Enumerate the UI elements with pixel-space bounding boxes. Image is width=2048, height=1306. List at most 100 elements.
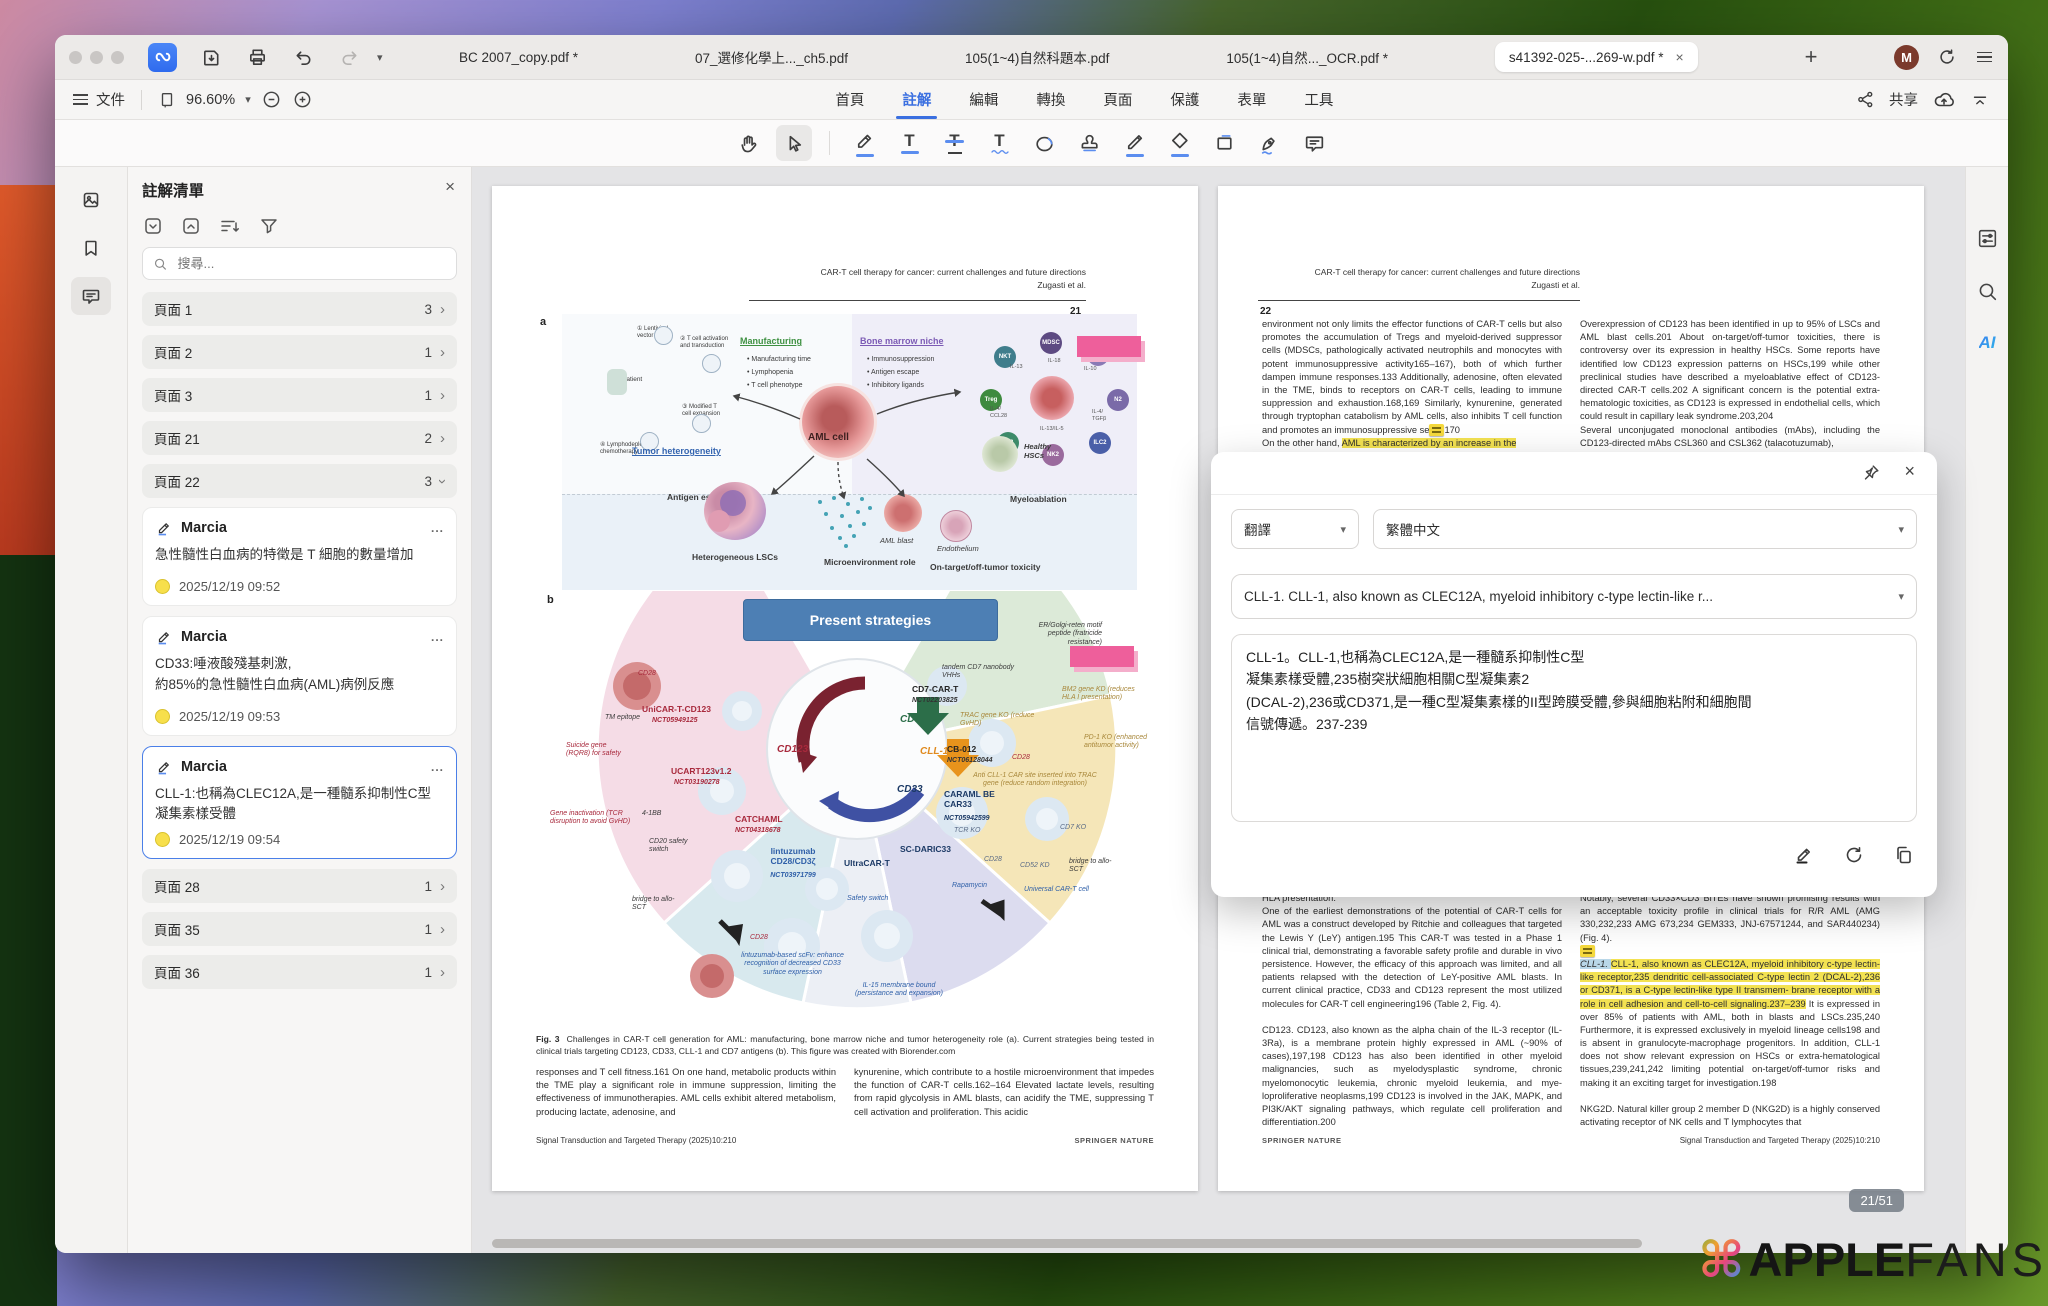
close-window-button[interactable]	[69, 51, 82, 64]
tab-document-3[interactable]: 105(1~4)自然科題本.pdf	[955, 41, 1119, 73]
page-group-row[interactable]: 頁面 35 1›	[142, 912, 457, 946]
copy-icon[interactable]	[1893, 844, 1915, 866]
sort-icon[interactable]	[218, 215, 242, 237]
undo-icon[interactable]	[285, 42, 321, 72]
zoom-in-icon[interactable]	[292, 89, 313, 110]
redo-icon[interactable]	[331, 42, 367, 72]
note-annotation-icon[interactable]	[1429, 424, 1444, 436]
menu-tools[interactable]: 工具	[1302, 82, 1335, 117]
search-input[interactable]	[176, 255, 446, 272]
rectangle-tool-icon[interactable]	[1207, 125, 1243, 161]
scrollbar-thumb[interactable]	[492, 1239, 1642, 1248]
source-text-select[interactable]: CLL-1. CLL-1, also known as CLEC12A, mye…	[1231, 574, 1917, 619]
share-label[interactable]: 共享	[1889, 89, 1918, 110]
hand-tool-icon[interactable]	[731, 125, 767, 161]
collapse-all-icon[interactable]	[180, 215, 202, 237]
highlighted-text[interactable]: AML is characterized by an increase in t…	[1342, 438, 1517, 448]
history-dropdown-icon[interactable]: ▾	[377, 51, 383, 64]
ai-assistant-icon[interactable]: AI	[1979, 333, 1996, 353]
translate-popup[interactable]: × 翻譯▾ 繁體中文▾ CLL-1. CLL-1, also known as …	[1211, 452, 1937, 897]
pink-highlight-mark[interactable]	[1070, 646, 1134, 667]
pencil-tool-icon[interactable]	[1117, 125, 1153, 161]
annotation-card-selected[interactable]: Marcia ... CLL-1:也稱為CLEC12A,是一種髓系抑制性C型 凝…	[142, 746, 457, 860]
zoom-window-button[interactable]	[111, 51, 124, 64]
search-box[interactable]	[142, 247, 457, 280]
regenerate-icon[interactable]	[1843, 844, 1865, 866]
zoom-dropdown-icon[interactable]: ▾	[245, 93, 251, 106]
card-more-icon[interactable]: ...	[431, 630, 444, 644]
pin-icon[interactable]	[1861, 463, 1881, 488]
page-group-row-expanded[interactable]: 頁面 22 3›	[142, 464, 457, 498]
user-avatar[interactable]: M	[1894, 45, 1919, 70]
menu-protect[interactable]: 保護	[1168, 82, 1201, 117]
horizontal-scrollbar[interactable]	[484, 1239, 1905, 1250]
zoom-level-value[interactable]: 96.60%	[186, 92, 235, 108]
app-menu-icon[interactable]	[1977, 49, 1992, 66]
language-select[interactable]: 繁體中文▾	[1373, 509, 1917, 549]
underline-text-tool-icon[interactable]: T	[892, 125, 928, 161]
page-group-row[interactable]: 頁面 2 1›	[142, 335, 457, 369]
cloud-upload-icon[interactable]	[1932, 89, 1956, 111]
menu-forms[interactable]: 表單	[1235, 82, 1268, 117]
oval-tool-icon[interactable]	[1027, 125, 1063, 161]
eraser-tool-icon[interactable]	[1162, 125, 1198, 161]
tab-document-2[interactable]: 07_選修化學上..._ch5.pdf	[685, 41, 858, 73]
expand-all-icon[interactable]	[142, 215, 164, 237]
search-document-icon[interactable]	[1976, 280, 1999, 303]
mode-select[interactable]: 翻譯▾	[1231, 509, 1359, 549]
annotations-panel-icon[interactable]	[71, 277, 111, 315]
color-swatch[interactable]	[155, 832, 170, 847]
collapse-toolbar-icon[interactable]	[1970, 90, 1990, 110]
menu-annotate[interactable]: 註解	[900, 82, 933, 117]
highlight-action-icon[interactable]	[1793, 844, 1815, 866]
file-menu-label[interactable]: 文件	[96, 89, 125, 110]
thumbnails-panel-icon[interactable]	[71, 181, 111, 219]
strikethrough-tool-icon[interactable]: T	[937, 125, 973, 161]
minimize-window-button[interactable]	[90, 51, 103, 64]
menu-pages[interactable]: 頁面	[1101, 82, 1134, 117]
signature-pen-tool-icon[interactable]	[1252, 125, 1288, 161]
share-icon[interactable]	[1856, 90, 1875, 109]
properties-panel-icon[interactable]	[1976, 227, 1999, 250]
card-more-icon[interactable]: ...	[431, 521, 444, 535]
bookmarks-panel-icon[interactable]	[71, 229, 111, 267]
tab-close-icon[interactable]: ×	[1676, 49, 1684, 65]
new-tab-button[interactable]: +	[1795, 44, 1828, 70]
pdf-viewport[interactable]: CAR-T cell therapy for cancer: current c…	[472, 167, 1965, 1253]
pink-highlight-mark[interactable]	[1077, 336, 1141, 357]
pdf-page-21[interactable]: CAR-T cell therapy for cancer: current c…	[492, 186, 1198, 1191]
panel-close-icon[interactable]: ×	[445, 177, 455, 197]
file-menu-icon[interactable]	[73, 91, 88, 108]
select-tool-icon[interactable]	[776, 125, 812, 161]
filter-icon[interactable]	[258, 215, 280, 237]
print-icon[interactable]	[239, 42, 275, 72]
menu-convert[interactable]: 轉換	[1034, 82, 1067, 117]
page-fit-icon[interactable]	[158, 91, 176, 109]
sync-icon[interactable]	[1929, 42, 1965, 72]
tab-document-active[interactable]: s41392-025-...269-w.pdf * ×	[1495, 42, 1698, 72]
page-group-row[interactable]: 頁面 1 3›	[142, 292, 457, 326]
highlighted-text[interactable]: CLL-1.	[1580, 959, 1611, 969]
page-group-row[interactable]: 頁面 3 1›	[142, 378, 457, 412]
highlight-tool-icon[interactable]	[847, 125, 883, 161]
menu-home[interactable]: 首頁	[833, 82, 866, 117]
squiggly-underline-tool-icon[interactable]: T	[982, 125, 1018, 161]
translation-result[interactable]: CLL-1。CLL-1,也稱為CLEC12A,是一種髓系抑制性C型 凝集素樣受體…	[1231, 634, 1917, 822]
window-controls[interactable]	[69, 51, 132, 64]
menu-edit[interactable]: 編輯	[967, 82, 1000, 117]
annotation-card[interactable]: Marcia ... CD33:唾液酸殘基刺激, 約85%的急性髓性白血病(AM…	[142, 616, 457, 736]
tab-document-4[interactable]: 105(1~4)自然..._OCR.pdf *	[1216, 41, 1398, 73]
page-group-row[interactable]: 頁面 36 1›	[142, 955, 457, 989]
zoom-out-icon[interactable]	[261, 89, 282, 110]
annotation-card[interactable]: Marcia ... 急性髓性白血病的特徵是 T 細胞的數量增加 2025/12…	[142, 507, 457, 606]
stamp-tool-icon[interactable]	[1072, 125, 1108, 161]
card-more-icon[interactable]: ...	[431, 760, 444, 774]
color-swatch[interactable]	[155, 579, 170, 594]
save-icon[interactable]	[193, 42, 229, 72]
page-group-row[interactable]: 頁面 28 1›	[142, 869, 457, 903]
popup-close-icon[interactable]: ×	[1904, 461, 1915, 482]
tab-document-1[interactable]: BC 2007_copy.pdf *	[449, 44, 588, 71]
page-group-row[interactable]: 頁面 21 2›	[142, 421, 457, 455]
note-tool-icon[interactable]	[1297, 125, 1333, 161]
color-swatch[interactable]	[155, 709, 170, 724]
